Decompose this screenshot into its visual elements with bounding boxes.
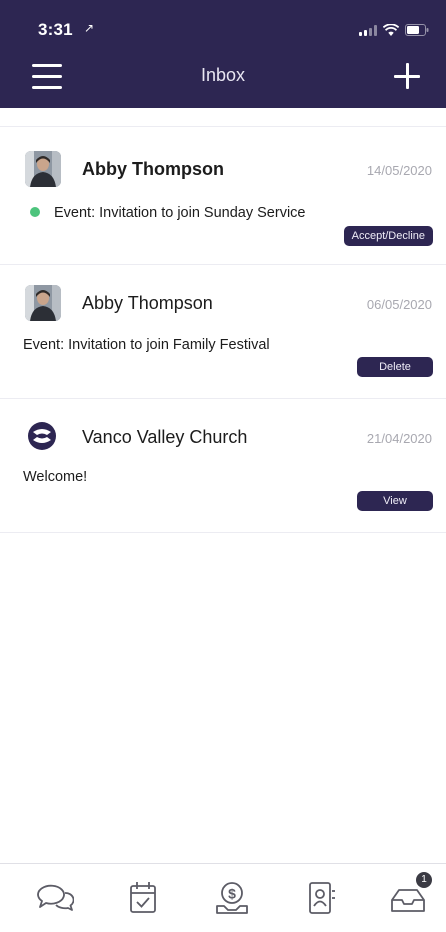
sender-name: Abby Thompson [82,159,224,179]
wifi-icon [383,24,399,36]
message-preview: Welcome! [23,469,88,485]
location-arrow-icon: ↗ [84,21,95,35]
message-preview: Event: Invitation to join Family Festiva… [23,337,270,353]
message-date: 14/05/2020 [366,163,432,178]
page-title: Inbox [200,65,246,85]
tab-giving[interactable]: $ [212,878,252,918]
inbox-badge: 1 [416,872,432,888]
person-photo-icon [25,151,61,187]
calendar-check-icon [130,882,156,913]
tab-bar: $ 1 [0,863,446,932]
unread-dot [30,207,40,217]
message-date: 06/05/2020 [366,297,432,312]
message-preview: Event: Invitation to join Sunday Service [54,205,306,221]
sender-name: Abby Thompson [82,293,213,313]
phone-screen: 3:31 ↗ Inbox Abby Thompson 14/05/2020 Ev… [0,0,446,932]
svg-text:$: $ [228,886,236,902]
sender-name: Vanco Valley Church [82,427,248,447]
tab-calendar[interactable] [123,878,163,918]
battery-icon [405,24,429,36]
person-photo-icon [25,285,61,321]
header-bar: 3:31 ↗ Inbox [0,0,446,108]
status-time: 3:31 [38,20,73,39]
view-button[interactable]: View [357,491,433,511]
status-indicators [359,24,429,36]
inbox-list: Abby Thompson 14/05/2020 Event: Invitati… [0,126,446,533]
avatar [25,285,61,321]
cellular-signal-icon [359,25,377,36]
avatar [25,151,61,187]
inbox-item[interactable]: Abby Thompson 06/05/2020 Event: Invitati… [0,265,446,399]
tab-inbox[interactable]: 1 [388,872,432,918]
delete-button[interactable]: Delete [357,357,433,377]
status-bar: 3:31 ↗ [0,0,446,52]
church-logo-icon [28,422,56,450]
nav-row: Inbox [0,52,446,108]
tab-directory[interactable] [301,878,341,918]
contact-card-icon [309,882,335,914]
message-date: 21/04/2020 [366,431,432,446]
accept-decline-button[interactable]: Accept/Decline [343,226,433,246]
inbox-item[interactable]: Vanco Valley Church 21/04/2020 Welcome! … [0,399,446,533]
avatar [27,421,57,451]
add-message-button[interactable] [390,59,424,93]
dollar-hand-icon: $ [216,882,248,914]
chat-bubbles-icon [37,884,75,911]
inbox-item[interactable]: Abby Thompson 14/05/2020 Event: Invitati… [0,126,446,265]
tab-messages[interactable] [34,878,75,918]
